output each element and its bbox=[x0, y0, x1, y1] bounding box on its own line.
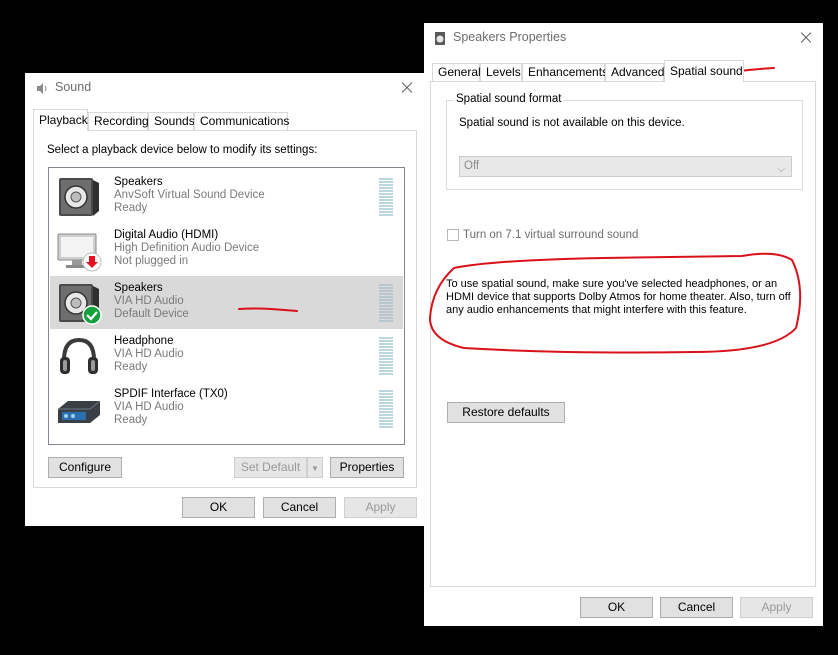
list-item[interactable]: Headphone VIA HD Audio Ready bbox=[50, 329, 403, 382]
tab-playback[interactable]: Playback bbox=[33, 109, 88, 131]
device-name: Speakers bbox=[114, 176, 163, 188]
device-description: VIA HD Audio bbox=[114, 295, 184, 307]
spatial-format-value: Off bbox=[464, 160, 480, 172]
properties-tabs: General Levels Enhancements Advanced Spa… bbox=[432, 60, 816, 82]
device-name: Headphone bbox=[114, 335, 174, 347]
tab-communications[interactable]: Communications bbox=[194, 112, 289, 130]
playback-instruction: Select a playback device below to modify… bbox=[47, 144, 318, 156]
chevron-down-icon: ⌵ bbox=[777, 164, 785, 175]
device-status: Not plugged in bbox=[114, 255, 189, 267]
device-description: AnvSoft Virtual Sound Device bbox=[114, 189, 265, 201]
spatial-format-group: Spatial sound format Spatial sound is no… bbox=[446, 93, 803, 190]
default-check-icon bbox=[82, 305, 102, 325]
volume-meter bbox=[379, 337, 393, 377]
spatial-format-select[interactable]: Off ⌵ bbox=[459, 156, 792, 177]
set-default-dropdown-button[interactable]: ▼ bbox=[307, 457, 323, 478]
not-available-text: Spatial sound is not available on this d… bbox=[459, 117, 685, 129]
sound-tabs: Playback Recording Sounds Communications bbox=[33, 109, 417, 131]
restore-defaults-button[interactable]: Restore defaults bbox=[447, 402, 565, 423]
volume-meter bbox=[379, 390, 393, 430]
playback-device-list[interactable]: Speakers AnvSoft Virtual Sound Device Re… bbox=[48, 167, 405, 445]
tab-spatial-sound[interactable]: Spatial sound bbox=[664, 60, 744, 82]
device-status: Default Device bbox=[114, 308, 189, 320]
speaker-app-icon bbox=[37, 83, 47, 94]
spatial-format-label: Spatial sound format bbox=[453, 93, 565, 105]
playback-panel: Select a playback device below to modify… bbox=[33, 130, 417, 488]
device-status: Ready bbox=[114, 361, 148, 373]
properties-button[interactable]: Properties bbox=[330, 457, 404, 478]
volume-meter bbox=[379, 284, 393, 324]
device-name: Speakers bbox=[114, 282, 163, 294]
tab-advanced[interactable]: Advanced bbox=[605, 63, 664, 81]
surround-checkbox[interactable] bbox=[447, 229, 459, 241]
sound-cancel-button[interactable]: Cancel bbox=[263, 497, 336, 518]
tab-recording[interactable]: Recording bbox=[88, 112, 149, 130]
list-item[interactable]: Digital Audio (HDMI) High Definition Aud… bbox=[50, 223, 403, 276]
tab-enhancements[interactable]: Enhancements bbox=[522, 63, 608, 81]
speaker-app-icon bbox=[435, 32, 445, 45]
volume-meter bbox=[379, 178, 393, 218]
sound-dialog: Sound Playback Recording Sounds Communic… bbox=[25, 73, 424, 526]
tab-levels[interactable]: Levels bbox=[480, 63, 522, 81]
list-item[interactable]: SPDIF Interface (TX0) VIA HD Audio Ready bbox=[50, 382, 403, 435]
device-status: Ready bbox=[114, 414, 148, 426]
device-name: SPDIF Interface (TX0) bbox=[114, 388, 228, 400]
sound-ok-button[interactable]: OK bbox=[182, 497, 255, 518]
tab-sounds[interactable]: Sounds bbox=[148, 112, 195, 130]
device-description: VIA HD Audio bbox=[114, 401, 184, 413]
unplugged-arrow-icon bbox=[82, 252, 102, 272]
properties-dialog-close-button[interactable] bbox=[795, 27, 817, 49]
sound-apply-button[interactable]: Apply bbox=[344, 497, 417, 518]
list-item[interactable]: Speakers VIA HD Audio Default Device bbox=[50, 276, 403, 329]
list-item[interactable]: Speakers AnvSoft Virtual Sound Device Re… bbox=[50, 170, 403, 223]
device-name: Digital Audio (HDMI) bbox=[114, 229, 219, 241]
spatial-sound-panel: Spatial sound format Spatial sound is no… bbox=[430, 81, 816, 587]
device-description: High Definition Audio Device bbox=[114, 242, 260, 254]
sound-dialog-title: Sound bbox=[55, 80, 92, 94]
configure-button[interactable]: Configure bbox=[48, 457, 122, 478]
speaker-icon bbox=[59, 284, 102, 325]
properties-dialog-titlebar[interactable]: Speakers Properties bbox=[424, 23, 823, 53]
spdif-device-icon bbox=[58, 400, 101, 423]
surround-checkbox-label: Turn on 7.1 virtual surround sound bbox=[463, 229, 639, 241]
properties-apply-button[interactable]: Apply bbox=[740, 597, 813, 618]
device-status: Ready bbox=[114, 202, 148, 214]
properties-cancel-button[interactable]: Cancel bbox=[660, 597, 733, 618]
speaker-icon bbox=[59, 178, 99, 216]
set-default-button[interactable]: Set Default bbox=[234, 457, 307, 478]
sound-dialog-titlebar[interactable]: Sound bbox=[25, 73, 424, 103]
sound-dialog-close-button[interactable] bbox=[396, 77, 418, 99]
device-description: VIA HD Audio bbox=[114, 348, 184, 360]
monitor-icon bbox=[57, 233, 102, 272]
headphones-icon bbox=[60, 337, 98, 374]
properties-dialog-title: Speakers Properties bbox=[453, 30, 567, 44]
spatial-info-text: To use spatial sound, make sure you've s… bbox=[446, 278, 791, 316]
speakers-properties-dialog: Speakers Properties General Levels Enhan… bbox=[424, 23, 823, 626]
tab-general[interactable]: General bbox=[432, 63, 481, 81]
properties-ok-button[interactable]: OK bbox=[580, 597, 653, 618]
chevron-down-icon: ▼ bbox=[311, 464, 319, 473]
